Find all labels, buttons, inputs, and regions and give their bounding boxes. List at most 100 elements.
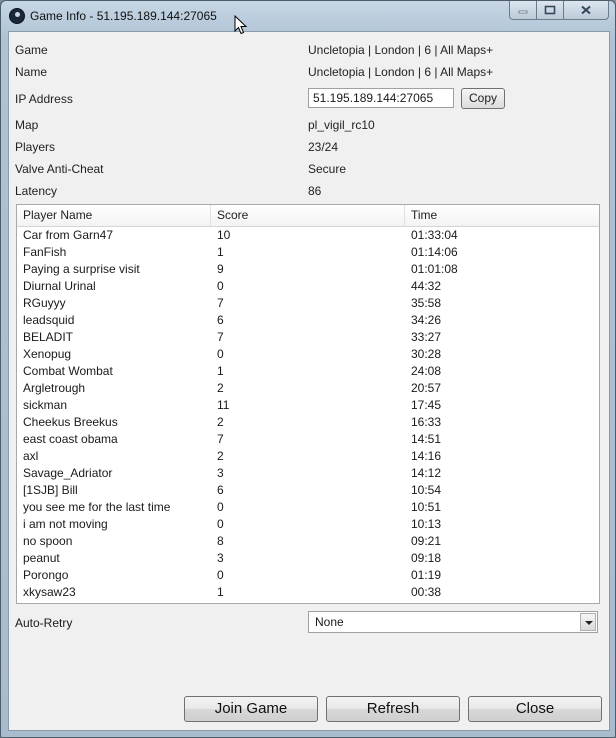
score-cell: 6 bbox=[217, 313, 224, 327]
player-name-cell: FanFish bbox=[23, 245, 67, 259]
table-row[interactable]: no spoon 8 09:21 bbox=[17, 533, 599, 550]
player-name-cell: Argletrough bbox=[23, 381, 86, 395]
table-row[interactable]: peanut 3 09:18 bbox=[17, 550, 599, 567]
ip-address-field[interactable]: 51.195.189.144:27065 bbox=[308, 88, 454, 108]
dropdown-arrow-icon[interactable] bbox=[580, 613, 596, 631]
table-row[interactable]: Savage_Adriator 3 14:12 bbox=[17, 465, 599, 482]
game-info-window: Game Info - 51.195.189.144:27065 Game Un… bbox=[0, 0, 616, 738]
score-cell: 7 bbox=[217, 330, 224, 344]
map-label: Map bbox=[15, 118, 39, 132]
table-row[interactable]: FanFish 1 01:14:06 bbox=[17, 244, 599, 261]
players-list-header: Player Name Score Time bbox=[17, 205, 599, 227]
steam-icon bbox=[9, 8, 25, 24]
time-cell: 30:28 bbox=[411, 347, 442, 361]
table-row[interactable]: i am not moving 0 10:13 bbox=[17, 516, 599, 533]
table-row[interactable]: Cheekus Breekus 2 16:33 bbox=[17, 414, 599, 431]
time-cell: 20:57 bbox=[411, 381, 442, 395]
score-cell: 2 bbox=[217, 381, 224, 395]
vac-value: Secure bbox=[308, 162, 347, 176]
player-name-cell: Paying a surprise visit bbox=[23, 262, 140, 276]
time-cell: 10:54 bbox=[411, 483, 442, 497]
table-row[interactable]: Combat Wombat 1 24:08 bbox=[17, 363, 599, 380]
score-cell: 1 bbox=[217, 585, 224, 599]
table-row[interactable]: Car from Garn47 10 01:33:04 bbox=[17, 227, 599, 244]
auto-retry-dropdown[interactable]: None bbox=[308, 611, 598, 633]
mouse-cursor-icon bbox=[234, 15, 248, 35]
time-cell: 33:27 bbox=[411, 330, 442, 344]
column-header-time[interactable]: Time bbox=[405, 205, 599, 226]
join-game-button[interactable]: Join Game bbox=[184, 696, 318, 722]
table-row[interactable]: sickman 11 17:45 bbox=[17, 397, 599, 414]
window-controls bbox=[509, 1, 609, 21]
table-row[interactable]: axl 2 14:16 bbox=[17, 448, 599, 465]
table-row[interactable]: xkysaw23 1 00:38 bbox=[17, 584, 599, 601]
time-cell: 00:38 bbox=[411, 585, 442, 599]
time-cell: 09:18 bbox=[411, 551, 442, 565]
latency-value: 86 bbox=[308, 184, 322, 198]
title-bar[interactable]: Game Info - 51.195.189.144:27065 bbox=[1, 1, 615, 31]
table-row[interactable]: [1SJB] Bill 6 10:54 bbox=[17, 482, 599, 499]
map-value: pl_vigil_rc10 bbox=[308, 118, 375, 132]
player-name-cell: peanut bbox=[23, 551, 60, 565]
table-row[interactable]: Porongo 0 01:19 bbox=[17, 567, 599, 584]
table-row[interactable]: Xenopug 0 30:28 bbox=[17, 346, 599, 363]
score-cell: 7 bbox=[217, 432, 224, 446]
time-cell: 34:26 bbox=[411, 313, 442, 327]
refresh-button[interactable]: Refresh bbox=[326, 696, 460, 722]
players-list-rows: Car from Garn47 10 01:33:04 FanFish 1 01:14:0… bbox=[17, 227, 599, 601]
score-cell: 6 bbox=[217, 483, 224, 497]
players-value: 23/24 bbox=[308, 140, 339, 154]
table-row[interactable]: Diurnal Urinal 0 44:32 bbox=[17, 278, 599, 295]
maximize-icon bbox=[544, 5, 556, 15]
player-name-cell: [1SJB] Bill bbox=[23, 483, 78, 497]
player-name-cell: sickman bbox=[23, 398, 68, 412]
close-button[interactable]: Close bbox=[468, 696, 602, 722]
column-header-player-name[interactable]: Player Name bbox=[17, 205, 211, 226]
table-row[interactable]: RGuyyy 7 35:58 bbox=[17, 295, 599, 312]
minimize-icon bbox=[518, 10, 528, 14]
score-cell: 7 bbox=[217, 296, 224, 310]
player-name-cell: Porongo bbox=[23, 568, 69, 582]
player-name-cell: east coast obama bbox=[23, 432, 118, 446]
player-name-cell: Diurnal Urinal bbox=[23, 279, 96, 293]
player-name-cell: i am not moving bbox=[23, 517, 108, 531]
minimize-button[interactable] bbox=[509, 1, 537, 20]
score-cell: 0 bbox=[217, 568, 224, 582]
player-name-cell: Cheekus Breekus bbox=[23, 415, 118, 429]
score-cell: 0 bbox=[217, 279, 224, 293]
score-cell: 1 bbox=[217, 364, 224, 378]
score-cell: 10 bbox=[217, 228, 231, 242]
column-header-score[interactable]: Score bbox=[211, 205, 405, 226]
time-cell: 14:16 bbox=[411, 449, 442, 463]
time-cell: 35:58 bbox=[411, 296, 442, 310]
time-cell: 17:45 bbox=[411, 398, 442, 412]
time-cell: 01:01:08 bbox=[411, 262, 458, 276]
copy-button[interactable]: Copy bbox=[461, 88, 505, 109]
player-name-cell: xkysaw23 bbox=[23, 585, 76, 599]
score-cell: 0 bbox=[217, 347, 224, 361]
game-value: Uncletopia | London | 6 | All Maps+ bbox=[308, 43, 494, 57]
window-title: Game Info - 51.195.189.144:27065 bbox=[30, 9, 217, 23]
score-cell: 0 bbox=[217, 517, 224, 531]
score-cell: 1 bbox=[217, 245, 224, 259]
player-name-cell: you see me for the last time bbox=[23, 500, 171, 514]
table-row[interactable]: Argletrough 2 20:57 bbox=[17, 380, 599, 397]
auto-retry-selected: None bbox=[315, 615, 344, 629]
players-list[interactable]: Player Name Score Time Car from Garn47 10… bbox=[16, 204, 600, 604]
player-name-cell: Savage_Adriator bbox=[23, 466, 113, 480]
table-row[interactable]: east coast obama 7 14:51 bbox=[17, 431, 599, 448]
close-window-button[interactable] bbox=[564, 1, 609, 20]
table-row[interactable]: BELADIT 7 33:27 bbox=[17, 329, 599, 346]
score-cell: 2 bbox=[217, 449, 224, 463]
dialog-content: Game Uncletopia | London | 6 | All Maps+… bbox=[8, 31, 610, 731]
game-label: Game bbox=[15, 43, 48, 57]
score-cell: 11 bbox=[217, 398, 230, 412]
player-name-cell: no spoon bbox=[23, 534, 73, 548]
maximize-button[interactable] bbox=[537, 1, 564, 20]
score-cell: 8 bbox=[217, 534, 224, 548]
table-row[interactable]: leadsquid 6 34:26 bbox=[17, 312, 599, 329]
time-cell: 01:33:04 bbox=[411, 228, 458, 242]
player-name-cell: Xenopug bbox=[23, 347, 72, 361]
table-row[interactable]: Paying a surprise visit 9 01:01:08 bbox=[17, 261, 599, 278]
table-row[interactable]: you see me for the last time 0 10:51 bbox=[17, 499, 599, 516]
